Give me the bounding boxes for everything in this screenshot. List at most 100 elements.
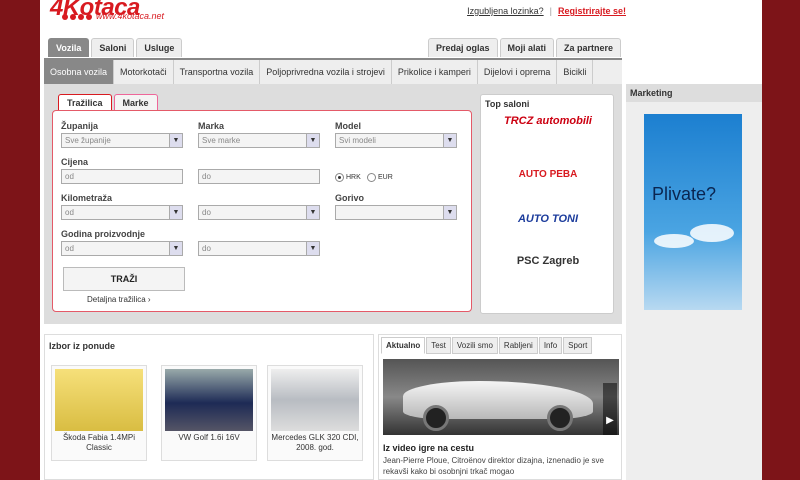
nav-bicikli[interactable]: Bicikli <box>557 60 594 84</box>
nav-motorkotaci[interactable]: Motorkotači <box>114 60 174 84</box>
county-select[interactable]: Sve županije ▼ <box>61 133 183 148</box>
offer-caption: VW Golf 1.6i 16V <box>178 433 240 442</box>
model-select[interactable]: Svi modeli ▼ <box>335 133 457 148</box>
nav-osobna-vozila[interactable]: Osobna vozila <box>44 60 115 84</box>
currency-hrk-label: HRK <box>346 174 361 181</box>
page: 4Kotaca www.4kotaca.net Izgubljena lozin… <box>40 0 762 480</box>
ad-banner[interactable]: Plivate? <box>644 114 742 310</box>
chevron-down-icon: ▼ <box>443 206 456 219</box>
model-label: Model <box>335 121 361 131</box>
next-arrow-icon[interactable]: ▶ <box>603 383 617 435</box>
search-section: Tražilica Marke Županija Sve županije ▼ M… <box>44 84 622 324</box>
currency-hrk-radio[interactable]: HRK <box>335 173 361 182</box>
nav-transportna-vozila[interactable]: Transportna vozila <box>174 60 261 84</box>
nav-poljoprivredna[interactable]: Poljoprivredna vozila i strojevi <box>260 60 392 84</box>
model-value: Svi modeli <box>339 136 376 145</box>
currency-eur-label: EUR <box>378 174 393 181</box>
price-to-input[interactable]: do <box>198 169 320 184</box>
chevron-down-icon: ▼ <box>306 242 319 255</box>
brand-logo-psc[interactable]: PSC Zagreb <box>481 255 615 267</box>
offer-card[interactable]: VW Golf 1.6i 16V <box>161 365 257 461</box>
brand-logo-autotoni[interactable]: AUTO TONI <box>481 213 615 225</box>
tab-aktualno[interactable]: Aktualno <box>381 337 426 354</box>
tab-za-partnere[interactable]: Za partnere <box>556 38 622 57</box>
fuel-select[interactable]: ▼ <box>335 205 457 220</box>
brand-label: Marka <box>198 121 225 131</box>
account-tabs: Predaj oglas Moji alati Za partnere <box>428 38 622 57</box>
logo-dots-icon <box>62 14 92 20</box>
offer-card[interactable]: Mercedes GLK 320 CDI, 2008. god. <box>267 365 363 461</box>
car-photo <box>55 369 143 431</box>
tab-predaj-oglas[interactable]: Predaj oglas <box>428 38 498 57</box>
ad-text: Plivate? <box>652 184 717 204</box>
km-to-value: do <box>202 208 211 217</box>
tab-marke[interactable]: Marke <box>113 94 158 111</box>
chevron-down-icon: ▼ <box>169 242 182 255</box>
chevron-down-icon: ▼ <box>306 206 319 219</box>
top-saloni-title: Top saloni <box>485 99 530 109</box>
tab-test[interactable]: Test <box>426 337 451 354</box>
radio-unchecked-icon <box>367 173 376 182</box>
county-value: Sve županije <box>65 136 111 145</box>
top-saloni-panel: Top saloni TRCZ automobili AUTO PEBA AUT… <box>480 94 614 314</box>
km-from-select[interactable]: od ▼ <box>61 205 183 220</box>
wheel-shape <box>423 405 449 431</box>
car-photo <box>271 369 359 431</box>
fuel-label: Gorivo <box>335 193 365 203</box>
register-link[interactable]: Registrirajte se! <box>558 6 626 16</box>
brand-logo-peba[interactable]: AUTO PEBA <box>481 169 615 180</box>
tab-rabljeni[interactable]: Rabljeni <box>498 337 538 354</box>
km-from-value: od <box>65 208 74 217</box>
year-to-value: do <box>202 244 211 253</box>
tab-sport[interactable]: Sport <box>563 337 593 354</box>
tab-moji-alati[interactable]: Moji alati <box>499 38 555 57</box>
marketing-title: Marketing <box>626 84 762 102</box>
site-logo[interactable]: 4Kotaca www.4kotaca.net <box>50 0 164 22</box>
county-label: Županija <box>61 121 99 131</box>
year-from-select[interactable]: od ▼ <box>61 241 183 256</box>
price-from-input[interactable]: od <box>61 169 183 184</box>
year-label: Godina proizvodnje <box>61 229 146 239</box>
year-from-value: od <box>65 244 74 253</box>
featured-title: Izbor iz ponude <box>49 341 115 351</box>
brand-value: Sve marke <box>202 136 241 145</box>
marketing-column: Marketing Plivate? <box>626 84 762 480</box>
currency-eur-radio[interactable]: EUR <box>367 173 393 182</box>
news-image[interactable]: ▶ <box>383 359 619 435</box>
link-separator: | <box>549 6 552 16</box>
forgot-password-link[interactable]: Izgubljena lozinka? <box>467 6 544 16</box>
search-button[interactable]: TRAŽI <box>63 267 185 291</box>
tab-usluge[interactable]: Usluge <box>136 38 183 57</box>
tab-info[interactable]: Info <box>538 337 563 354</box>
search-tabs: Tražilica Marke <box>58 94 158 111</box>
tab-trazilica[interactable]: Tražilica <box>58 94 112 111</box>
wheel-shape <box>547 405 573 431</box>
car-photo <box>165 369 253 431</box>
km-to-select[interactable]: do ▼ <box>198 205 320 220</box>
radio-checked-icon <box>335 173 344 182</box>
cloud-shape <box>654 234 694 248</box>
search-box: Tražilica Marke Županija Sve županije ▼ M… <box>52 94 472 314</box>
search-form: Županija Sve županije ▼ Marka Sve marke ▼ … <box>52 110 472 312</box>
news-tabs: Aktualno Test Vozili smo Rabljeni Info S… <box>381 337 593 354</box>
news-title[interactable]: Iz video igre na cestu <box>383 443 474 453</box>
tab-vozila[interactable]: Vozila <box>48 38 90 57</box>
price-label: Cijena <box>61 157 89 167</box>
year-to-select[interactable]: do ▼ <box>198 241 320 256</box>
offer-caption: Škoda Fabia 1.4MPi Classic <box>62 433 136 452</box>
chevron-down-icon: ▼ <box>443 134 456 147</box>
tab-vozili-smo[interactable]: Vozili smo <box>451 337 498 354</box>
advanced-search-link[interactable]: Detaljna tražilica › <box>87 295 151 304</box>
offer-card[interactable]: Škoda Fabia 1.4MPi Classic <box>51 365 147 461</box>
main-tabs: Vozila Saloni Usluge <box>48 38 183 57</box>
cloud-shape <box>690 224 734 242</box>
chevron-down-icon: ▼ <box>169 134 182 147</box>
brand-logo-trcz[interactable]: TRCZ automobili <box>481 115 615 127</box>
category-nav: Osobna vozila Motorkotači Transportna vo… <box>44 58 622 84</box>
logo-url: www.4kotaca.net <box>96 11 165 21</box>
nav-dijelovi[interactable]: Dijelovi i oprema <box>478 60 558 84</box>
tab-saloni[interactable]: Saloni <box>91 38 135 57</box>
nav-prikolice[interactable]: Prikolice i kamperi <box>392 60 478 84</box>
km-label: Kilometraža <box>61 193 113 203</box>
brand-select[interactable]: Sve marke ▼ <box>198 133 320 148</box>
